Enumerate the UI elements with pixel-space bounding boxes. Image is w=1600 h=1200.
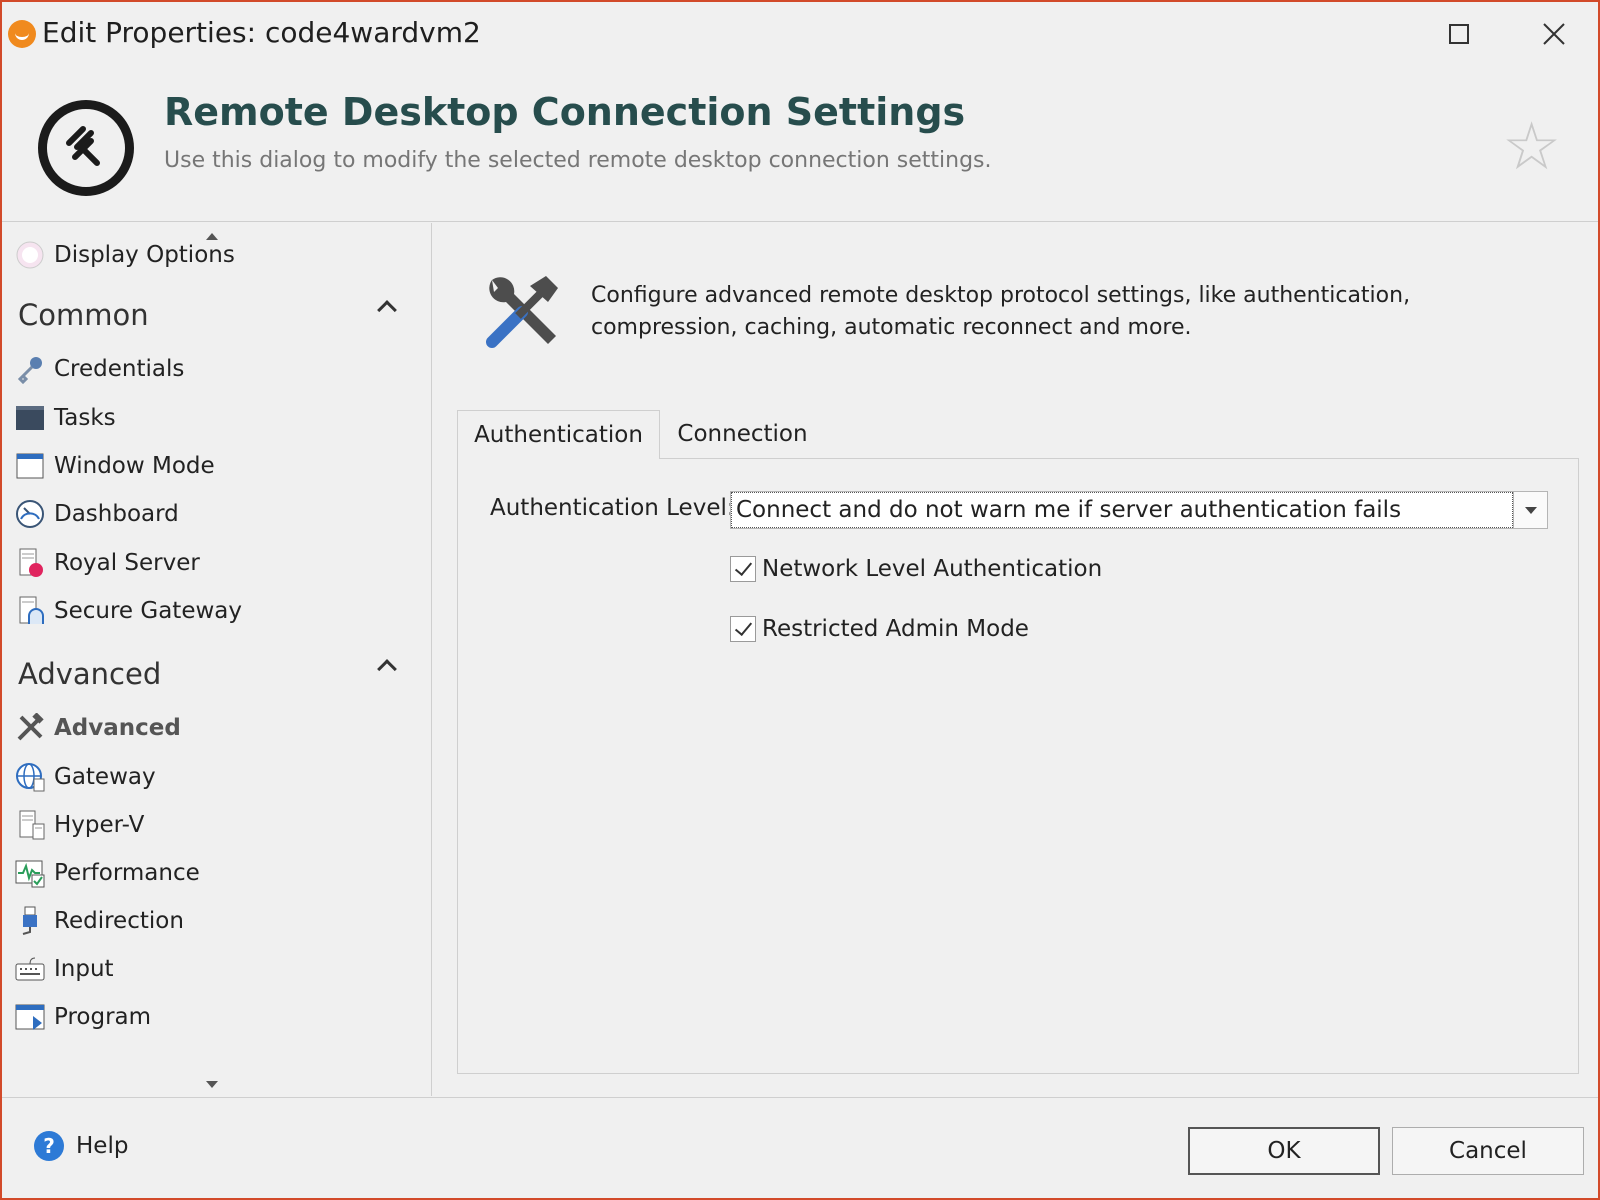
authentication-level-select[interactable]: Connect and do not warn me if server aut… [730,491,1548,529]
dashboard-icon [14,498,46,530]
sidebar-item-label: Royal Server [54,550,200,576]
sidebar-item-hyper-v[interactable]: Hyper-V [14,805,414,845]
sidebar-item-gateway[interactable]: Gateway [14,757,414,797]
maximize-icon [1449,24,1469,44]
sidebar-item-label: Display Options [54,242,235,268]
sidebar-item-redirection[interactable]: Redirection [14,901,414,941]
chevron-up-icon[interactable] [377,300,397,320]
sidebar-item-label: Advanced [54,715,181,741]
sidebar-item-advanced[interactable]: Advanced [14,708,414,748]
close-button[interactable] [1529,14,1579,54]
sidebar-item-label: Credentials [54,356,185,382]
page-title: Remote Desktop Connection Settings [164,90,966,134]
program-icon [14,1001,46,1033]
sidebar-item-credentials[interactable]: Credentials [14,349,414,389]
sidebar-item-label: Redirection [54,908,184,934]
sidebar-item-label: Gateway [54,764,156,790]
tab-connection[interactable]: Connection [660,410,825,458]
scroll-down-icon[interactable] [206,1081,218,1088]
sidebar-item-label: Performance [54,860,200,886]
close-icon [1543,23,1565,45]
authentication-level-label: Authentication Level: [490,495,735,521]
window-title: Edit Properties: code4wardvm2 [42,16,481,49]
sidebar-item-tasks[interactable]: Tasks [14,398,414,438]
dropdown-button[interactable] [1513,492,1547,528]
edit-properties-dialog: Edit Properties: code4wardvm2 Remote Des… [0,0,1600,1200]
help-link[interactable]: ? Help [34,1126,128,1166]
globe-icon [14,761,46,793]
performance-icon [14,857,46,889]
group-header-common[interactable]: Common [18,293,408,337]
section-description: Configure advanced remote desktop protoc… [591,283,1411,340]
server-icon [14,809,46,841]
sidebar-item-label: Secure Gateway [54,598,242,624]
sidebar-item-label: Tasks [54,405,116,431]
tasks-icon [14,402,46,434]
sidebar-item-royal-server[interactable]: Royal Server [14,543,414,583]
keyboard-icon [14,953,46,985]
settings-sidebar[interactable]: Display Options Common Credentials Tasks… [2,223,432,1096]
remote-desktop-icon [38,100,134,196]
dialog-footer: ? Help OK Cancel [2,1097,1598,1198]
page-subtitle: Use this dialog to modify the selected r… [164,148,992,173]
group-header-advanced[interactable]: Advanced [18,652,408,696]
secure-gateway-icon [14,595,46,627]
help-label: Help [76,1133,129,1159]
sidebar-item-window-mode[interactable]: Window Mode [14,446,414,486]
network-level-authentication-checkbox[interactable] [730,556,756,582]
sidebar-item-performance[interactable]: Performance [14,853,414,893]
sidebar-item-program[interactable]: Program [14,997,414,1037]
restricted-admin-mode-checkbox-row[interactable]: Restricted Admin Mode [730,612,1029,646]
sidebar-item-dashboard[interactable]: Dashboard [14,494,414,534]
restricted-admin-mode-checkbox[interactable] [730,616,756,642]
group-title: Advanced [18,657,162,691]
tools-icon [14,712,46,744]
cancel-button[interactable]: Cancel [1392,1127,1584,1175]
sidebar-item-label: Input [54,956,114,982]
key-icon [14,353,46,385]
sidebar-item-display-options[interactable]: Display Options [14,235,414,275]
usb-icon [14,905,46,937]
group-title: Common [18,298,149,332]
sidebar-item-label: Dashboard [54,501,179,527]
ok-button[interactable]: OK [1188,1127,1380,1175]
display-options-icon [14,239,46,271]
network-level-authentication-checkbox-row[interactable]: Network Level Authentication [730,552,1102,586]
window-icon [14,450,46,482]
restricted-admin-mode-label: Restricted Admin Mode [762,616,1029,642]
royal-server-icon [14,547,46,579]
authentication-tab-panel: Authentication Level: Connect and do not… [457,458,1579,1074]
chevron-up-icon[interactable] [377,659,397,679]
sidebar-item-label: Window Mode [54,453,215,479]
chevron-down-icon [1524,506,1537,514]
sidebar-item-label: Hyper-V [54,812,145,838]
sidebar-item-label: Program [54,1004,152,1030]
favorite-star-icon[interactable]: ☆ [1502,114,1561,180]
help-icon: ? [34,1131,64,1161]
title-bar: Edit Properties: code4wardvm2 [2,2,1598,64]
dialog-header: Remote Desktop Connection Settings Use t… [2,64,1598,222]
maximize-button[interactable] [1434,14,1484,54]
sidebar-item-input[interactable]: Input [14,949,414,989]
network-level-authentication-label: Network Level Authentication [762,556,1103,582]
sidebar-item-secure-gateway[interactable]: Secure Gateway [14,591,414,631]
royal-ts-logo-icon [8,20,36,48]
authentication-level-value[interactable]: Connect and do not warn me if server aut… [731,492,1513,528]
tab-authentication[interactable]: Authentication [457,410,660,459]
advanced-tools-icon [478,272,564,358]
